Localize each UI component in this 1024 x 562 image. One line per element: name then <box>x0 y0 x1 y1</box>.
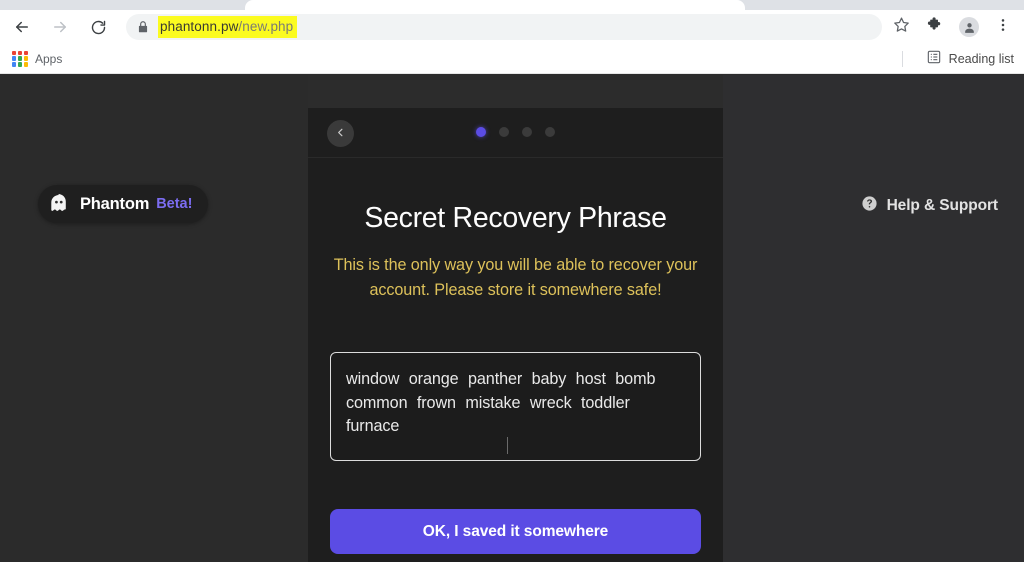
apps-grid-icon <box>12 50 28 67</box>
phantom-brand-badge[interactable]: Phantom Beta! <box>38 185 209 223</box>
bookmarks-divider <box>901 50 903 67</box>
bookmark-star-icon <box>893 16 910 38</box>
reload-button[interactable] <box>82 11 114 43</box>
page-content: Phantom Beta! Help & Support Secret Reco… <box>0 75 1024 562</box>
reload-icon <box>90 19 107 36</box>
progress-dot-2 <box>499 127 509 137</box>
bookmark-star-button[interactable] <box>886 12 916 42</box>
seed-phrase-box[interactable]: window orange panther baby host bomb com… <box>330 351 701 462</box>
toolbar-right-icons <box>882 12 1024 42</box>
extensions-button[interactable] <box>920 12 950 42</box>
onboarding-card: Secret Recovery Phrase This is the only … <box>308 108 723 562</box>
page-right-band <box>723 75 1024 562</box>
bookmarks-bar-right: Reading list <box>901 46 1024 71</box>
seed-phrase-words: window orange panther baby host bomb com… <box>346 369 656 436</box>
url-text-wrapper: phantonn.pw/new.php <box>158 14 298 40</box>
more-menu-button[interactable] <box>988 12 1018 42</box>
help-label: Help & Support <box>886 197 999 214</box>
progress-dots <box>308 127 723 137</box>
phantom-ghost-icon <box>48 193 70 215</box>
url-text: phantonn.pw/new.php <box>160 19 293 34</box>
active-tab[interactable] <box>245 0 745 10</box>
progress-dot-4 <box>545 127 555 137</box>
tab-strip <box>0 0 1024 10</box>
profile-avatar-icon <box>959 17 979 37</box>
reading-list-button[interactable]: Reading list <box>913 46 1020 71</box>
progress-dot-3 <box>522 127 532 137</box>
reading-list-label: Reading list <box>948 51 1014 66</box>
card-body: Secret Recovery Phrase This is the only … <box>308 202 723 555</box>
browser-toolbar: phantonn.pw/new.php <box>0 10 1024 44</box>
arrow-left-icon <box>13 18 31 36</box>
profile-button[interactable] <box>954 12 984 42</box>
confirm-saved-button[interactable]: OK, I saved it somewhere <box>330 509 701 555</box>
brand-name: Phantom <box>80 194 150 213</box>
card-header <box>308 108 723 158</box>
extensions-puzzle-icon <box>927 16 944 38</box>
arrow-right-icon <box>51 18 69 36</box>
address-bar[interactable]: phantonn.pw/new.php <box>126 14 882 40</box>
back-button[interactable] <box>6 11 38 43</box>
lock-icon <box>136 20 150 34</box>
browser-window: phantonn.pw/new.php Apps Reading list Ph… <box>0 0 1024 562</box>
apps-label: Apps <box>35 51 63 66</box>
page-title: Secret Recovery Phrase <box>364 202 667 234</box>
more-menu-icon <box>995 17 1011 38</box>
help-circle-icon <box>861 195 878 217</box>
forward-button[interactable] <box>44 11 76 43</box>
reading-list-icon <box>926 49 942 68</box>
url-host: phantonn.pw <box>160 19 239 34</box>
help-and-support-link[interactable]: Help & Support <box>861 195 998 217</box>
bookmarks-bar: Apps Reading list <box>0 44 1024 74</box>
page-left-band <box>0 75 308 562</box>
url-path: /new.php <box>238 19 294 34</box>
apps-shortcut[interactable]: Apps <box>6 48 68 70</box>
progress-dot-1 <box>476 127 486 137</box>
warning-text: This is the only way you will be able to… <box>333 256 698 300</box>
brand-beta-label: Beta! <box>156 196 193 212</box>
text-caret <box>507 437 508 455</box>
